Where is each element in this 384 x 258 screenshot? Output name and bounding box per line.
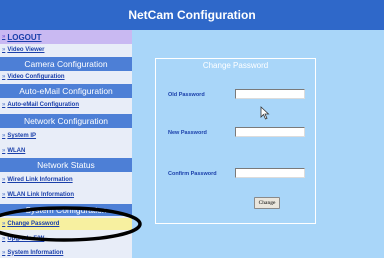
sidebar-item-label: Change Password	[7, 221, 60, 227]
sidebar-item-change-password[interactable]: » Change Password	[0, 218, 132, 230]
sidebar-item-system-ip[interactable]: » System IP	[0, 130, 132, 142]
section-header-label: Network Configuration	[23, 116, 109, 126]
mouse-pointer-icon	[260, 106, 270, 120]
double-chevron-right-icon: »	[2, 47, 6, 53]
title-bar: NetCam Configuration	[0, 0, 384, 30]
sidebar-item-label: System Information	[7, 249, 64, 256]
sidebar-item-video-configuration[interactable]: » Video Configuration	[0, 71, 132, 83]
sidebar-item-label: LOGOUT	[7, 32, 42, 42]
sidebar-item-label: System IP	[7, 133, 37, 139]
section-header-system: System Configuration	[0, 204, 132, 216]
sidebar-item-label: Upgrade F/W	[7, 236, 45, 242]
double-chevron-right-icon: »	[2, 74, 6, 80]
confirm-password-field[interactable]	[235, 168, 305, 178]
sidebar-item-label: Video Configuration	[7, 74, 65, 80]
double-chevron-right-icon: »	[2, 148, 6, 154]
new-password-label: New Password	[168, 130, 207, 136]
sidebar-item-label: WLAN Link Information	[7, 192, 75, 198]
section-header-camera: Camera Configuration	[0, 57, 132, 71]
sidebar-item-logout[interactable]: » LOGOUT	[0, 30, 132, 44]
sidebar: » LOGOUT » Video Viewer Camera Configura…	[0, 30, 132, 258]
section-header-network: Network Configuration	[0, 114, 132, 128]
sidebar-item-label: Wired Link Information	[7, 177, 73, 183]
sidebar-item-label: Video Viewer	[7, 47, 45, 53]
sidebar-item-wired-link[interactable]: » Wired Link Information	[0, 174, 132, 186]
panel-title: Change Password	[202, 61, 269, 70]
sidebar-item-upgrade-fw[interactable]: » Upgrade F/W	[0, 233, 132, 245]
sidebar-item-label: WLAN	[7, 148, 26, 154]
double-chevron-right-icon: »	[2, 34, 6, 40]
change-password-panel: Change Password Old Password New Passwor…	[155, 58, 316, 224]
double-chevron-right-icon: »	[2, 177, 6, 183]
sidebar-item-auto-email-configuration[interactable]: » Auto-eMail Configuration	[0, 99, 132, 111]
sidebar-item-label: Auto-eMail Configuration	[7, 102, 80, 108]
sidebar-item-video-viewer[interactable]: » Video Viewer	[0, 44, 132, 56]
change-button[interactable]: Change	[254, 197, 280, 209]
section-header-auto-email: Auto-eMail Configuration	[0, 84, 132, 98]
section-header-label: Auto-eMail Configuration	[19, 86, 113, 96]
section-header-label: System Configuration	[25, 205, 107, 215]
double-chevron-right-icon: »	[2, 221, 6, 227]
double-chevron-right-icon: »	[2, 192, 6, 198]
sidebar-item-wlan-link[interactable]: » WLAN Link Information	[0, 189, 132, 201]
old-password-field[interactable]	[235, 89, 305, 99]
old-password-label: Old Password	[168, 92, 205, 98]
new-password-field[interactable]	[235, 127, 305, 137]
double-chevron-right-icon: »	[2, 249, 6, 256]
section-header-label: Camera Configuration	[24, 59, 108, 69]
double-chevron-right-icon: »	[2, 236, 6, 242]
double-chevron-right-icon: »	[2, 102, 6, 108]
sidebar-item-system-information[interactable]: » System Information	[0, 247, 132, 258]
section-header-label: Network Status	[37, 160, 95, 170]
page-title: NetCam Configuration	[128, 8, 256, 22]
double-chevron-right-icon: »	[2, 133, 6, 139]
sidebar-item-wlan[interactable]: » WLAN	[0, 145, 132, 157]
section-header-network-status: Network Status	[0, 158, 132, 172]
confirm-password-label: Confirm Password	[168, 171, 217, 177]
